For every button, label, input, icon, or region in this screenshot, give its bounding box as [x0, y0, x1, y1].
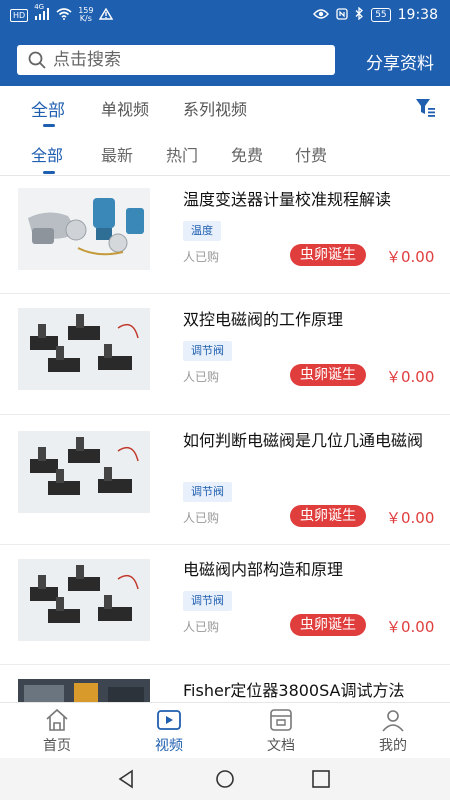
secondary-tabs: 全部 最新 热门 免费 付费	[0, 132, 450, 176]
speed-unit: K/s	[79, 14, 92, 23]
tab-series-video[interactable]: 系列视频	[183, 96, 247, 120]
nfc-icon	[336, 7, 348, 23]
video-title[interactable]: 如何判断电磁阀是几位几通电磁阀	[183, 429, 438, 452]
recents-icon[interactable]	[310, 768, 332, 790]
bluetooth-icon	[355, 6, 364, 23]
video-title[interactable]: 双控电磁阀的工作原理	[183, 308, 438, 331]
video-thumbnail[interactable]	[18, 308, 150, 390]
signal-label: 4G	[34, 3, 45, 11]
nav-video[interactable]: 视频	[129, 707, 209, 755]
search-input[interactable]	[53, 50, 313, 70]
filter-all[interactable]: 全部	[31, 142, 63, 166]
positioner-image	[18, 679, 150, 702]
nav-document-label: 文档	[267, 738, 295, 754]
solenoid-valve-image	[18, 559, 150, 641]
search-icon	[28, 51, 46, 69]
network-badge: HD	[10, 8, 29, 22]
video-thumbnail[interactable]	[18, 679, 150, 702]
warning-icon	[99, 7, 114, 23]
home-circle-icon[interactable]	[214, 768, 236, 790]
purchase-count: 人已购	[183, 620, 220, 634]
tab-single-video[interactable]: 单视频	[101, 96, 149, 120]
purchase-count: 人已购	[183, 250, 220, 264]
author-badge[interactable]: 虫卵诞生	[290, 244, 366, 266]
solenoid-valve-image	[18, 431, 150, 513]
category-tag: 温度	[183, 221, 221, 241]
share-materials-button[interactable]: 分享资料	[366, 49, 434, 74]
price: ￥0.00	[386, 509, 435, 527]
nav-home[interactable]: 首页	[17, 707, 97, 755]
video-icon	[157, 710, 181, 730]
purchase-count: 人已购	[183, 370, 220, 384]
profile-icon	[382, 710, 404, 732]
active-filter-indicator	[43, 171, 55, 174]
nav-home-label: 首页	[43, 738, 71, 754]
filter-icon[interactable]	[414, 96, 436, 118]
back-icon[interactable]	[116, 768, 138, 790]
network-speed: 159 K/s	[78, 7, 93, 23]
battery-indicator: 55	[371, 8, 391, 22]
status-bar: HD 4G 159 K/s 55 19:38	[0, 0, 450, 32]
wifi-icon	[56, 7, 72, 23]
primary-tabs: 全部 单视频 系列视频	[0, 86, 450, 132]
category-tag: 调节阀	[183, 482, 232, 502]
video-title[interactable]: 温度变送器计量校准规程解读	[183, 188, 438, 211]
nav-profile[interactable]: 我的	[353, 707, 433, 755]
price: ￥0.00	[386, 248, 435, 266]
price: ￥0.00	[386, 618, 435, 636]
video-title[interactable]: 电磁阀内部构造和原理	[183, 558, 438, 581]
video-title[interactable]: Fisher定位器3800SA调试方法	[183, 679, 443, 702]
video-list: 温度变送器计量校准规程解读 温度 人已购 虫卵诞生 ￥0.00 双控电磁阀的工作…	[0, 176, 450, 702]
signal-icon: 4G	[34, 3, 50, 22]
clock: 19:38	[397, 7, 438, 23]
author-badge[interactable]: 虫卵诞生	[290, 505, 366, 527]
nav-document[interactable]: 文档	[241, 707, 321, 755]
nav-video-label: 视频	[155, 738, 183, 754]
eye-icon	[313, 8, 330, 23]
list-item[interactable]: 电磁阀内部构造和原理 调节阀 人已购 虫卵诞生 ￥0.00	[0, 545, 450, 665]
video-thumbnail[interactable]	[18, 431, 150, 513]
filter-hot[interactable]: 热门	[166, 142, 198, 166]
price: ￥0.00	[386, 368, 435, 386]
list-item[interactable]: Fisher定位器3800SA调试方法	[0, 665, 450, 702]
app-header: 分享资料	[0, 32, 450, 86]
bottom-navigation: 首页 视频 文档 我的	[0, 702, 450, 758]
video-thumbnail[interactable]	[18, 188, 150, 270]
purchase-count: 人已购	[183, 511, 220, 525]
transmitter-image	[18, 188, 150, 270]
nav-profile-label: 我的	[379, 738, 407, 754]
video-thumbnail[interactable]	[18, 559, 150, 641]
author-badge[interactable]: 虫卵诞生	[290, 614, 366, 636]
list-item[interactable]: 如何判断电磁阀是几位几通电磁阀 调节阀 人已购 虫卵诞生 ￥0.00	[0, 415, 450, 545]
category-tag: 调节阀	[183, 591, 232, 611]
author-badge[interactable]: 虫卵诞生	[290, 364, 366, 386]
search-bar[interactable]	[17, 45, 335, 75]
tab-all[interactable]: 全部	[31, 96, 65, 121]
home-icon	[46, 708, 68, 731]
filter-paid[interactable]: 付费	[295, 142, 327, 166]
list-item[interactable]: 双控电磁阀的工作原理 调节阀 人已购 虫卵诞生 ￥0.00	[0, 294, 450, 415]
document-icon	[270, 709, 292, 731]
filter-free[interactable]: 免费	[231, 142, 263, 166]
active-tab-indicator	[43, 124, 55, 127]
system-navigation	[0, 758, 450, 800]
filter-latest[interactable]: 最新	[101, 142, 133, 166]
solenoid-valve-image	[18, 308, 150, 390]
category-tag: 调节阀	[183, 341, 232, 361]
list-item[interactable]: 温度变送器计量校准规程解读 温度 人已购 虫卵诞生 ￥0.00	[0, 176, 450, 294]
